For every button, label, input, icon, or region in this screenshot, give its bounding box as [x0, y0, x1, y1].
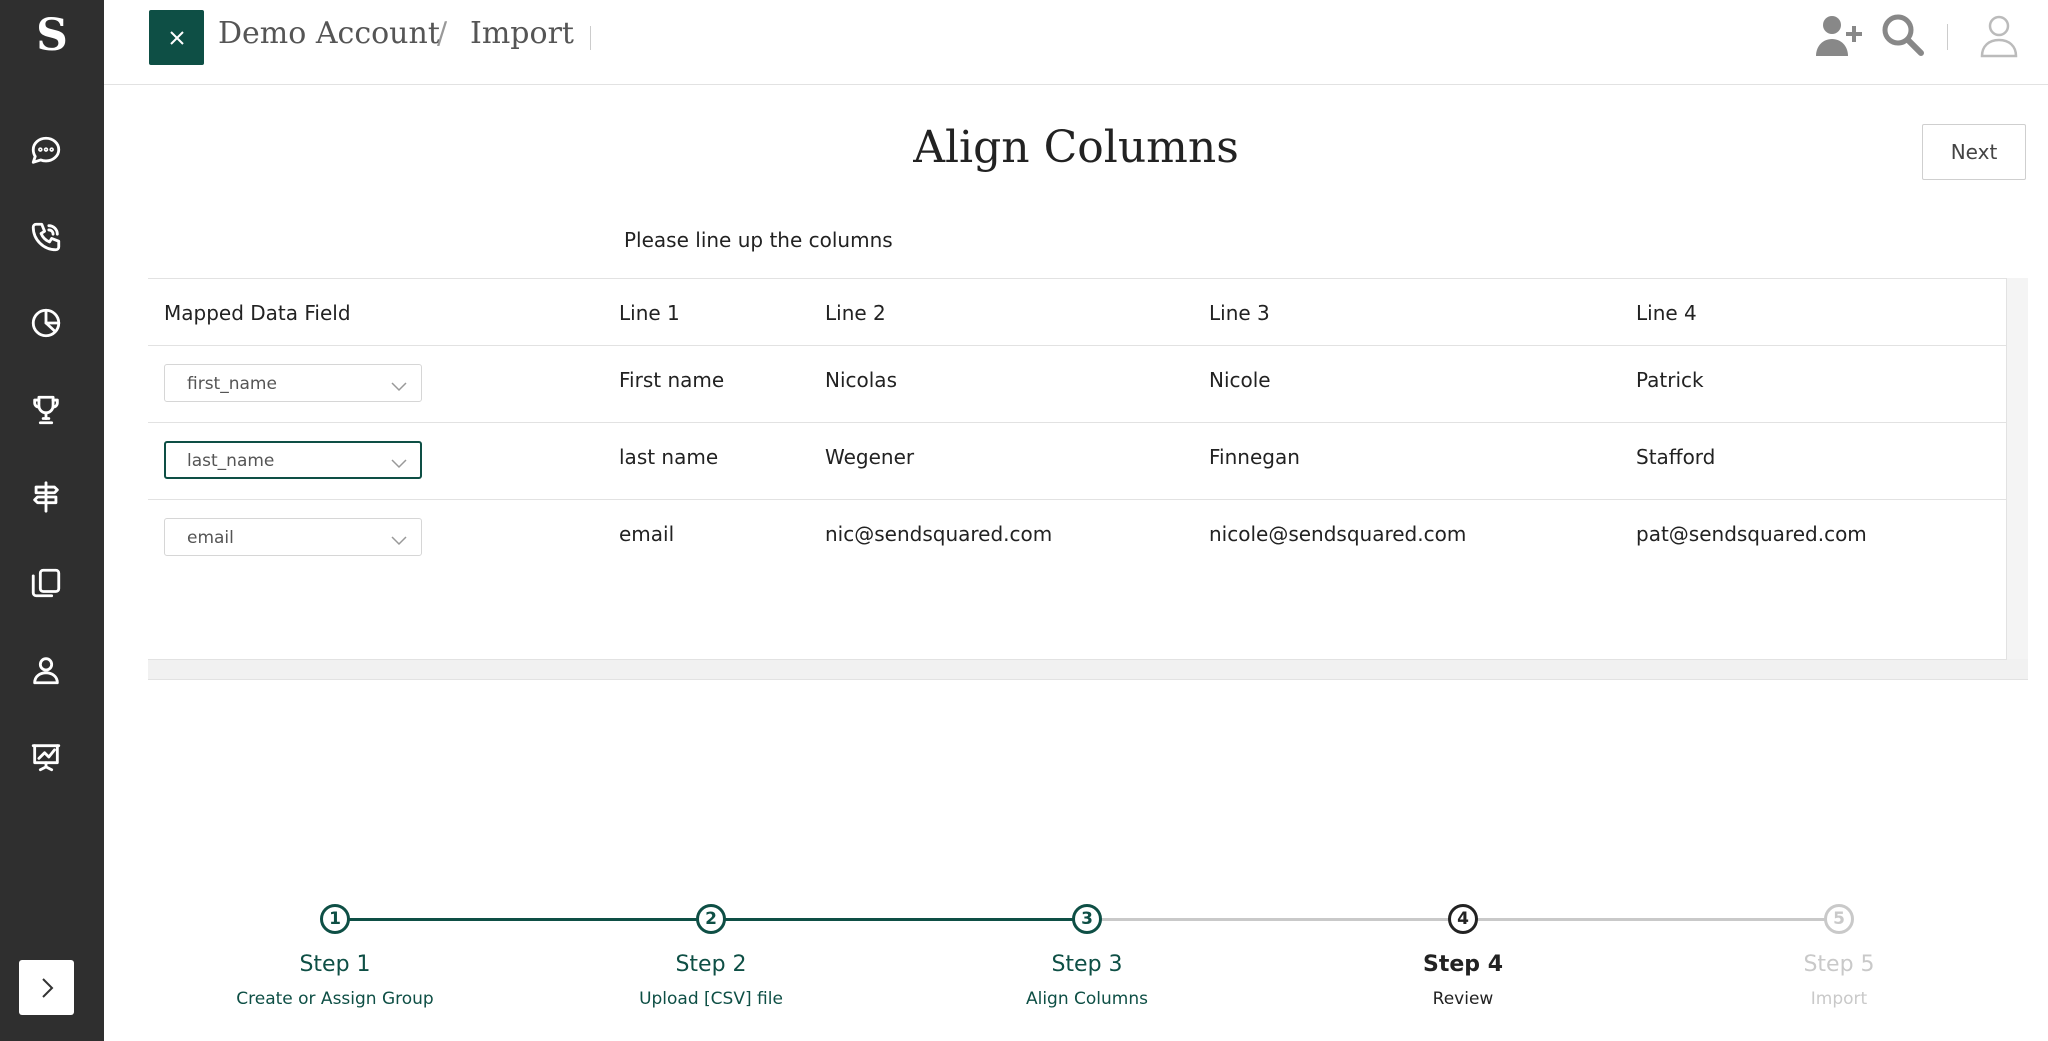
step-4-description: Review — [1432, 989, 1494, 1009]
breadcrumb-account[interactable]: Demo Account — [218, 16, 440, 51]
pie-chart-icon[interactable] — [26, 303, 66, 343]
chevron-down-icon — [391, 377, 407, 392]
cell-line-2: nic@sendsquared.com — [825, 522, 1053, 546]
step-1-description: Create or Assign Group — [236, 989, 434, 1009]
step-5-label: Step 5 — [1803, 952, 1875, 977]
cell-line-1: last name — [619, 445, 719, 469]
chat-icon[interactable] — [26, 131, 66, 171]
breadcrumb-separator: / — [437, 16, 448, 51]
user-icon[interactable] — [26, 650, 66, 690]
sidebar: S — [0, 0, 104, 1041]
cell-line-3: Nicole — [1209, 368, 1271, 392]
cell-line-2: Wegener — [825, 445, 915, 469]
header-divider-right — [1947, 24, 1948, 50]
next-button[interactable]: Next — [1922, 124, 2026, 180]
header-divider — [590, 26, 591, 50]
close-icon — [169, 30, 184, 45]
instructions-text: Please line up the columns — [624, 228, 893, 252]
signpost-icon[interactable] — [26, 477, 66, 517]
cell-line-3: nicole@sendsquared.com — [1209, 522, 1467, 546]
app-logo[interactable]: S — [0, 10, 104, 61]
header-line-4: Line 4 — [1636, 301, 1697, 325]
step-4-label: Step 4 — [1423, 952, 1503, 977]
cell-line-1: First name — [619, 368, 725, 392]
field-select-value: email — [187, 528, 234, 548]
chevron-down-icon — [391, 454, 407, 469]
header-line-3: Line 3 — [1209, 301, 1270, 325]
header-line-1: Line 1 — [619, 301, 680, 325]
copy-icon[interactable] — [26, 563, 66, 603]
mapping-table: Mapped Data Field Line 1 Line 2 Line 3 L… — [148, 278, 2007, 660]
table-row: last_name last name Wegener Finnegan Sta… — [148, 423, 2006, 500]
step-1-label: Step 1 — [299, 952, 371, 977]
add-user-icon[interactable] — [1812, 10, 1868, 60]
step-2-label: Step 2 — [675, 952, 747, 977]
step-2-description: Upload [CSV] file — [639, 989, 783, 1009]
step-3-label: Step 3 — [1051, 952, 1123, 977]
table-row: first_name First name Nicolas Nicole Pat… — [148, 346, 2006, 423]
top-header: Demo Account / Import — [104, 0, 2048, 85]
chevron-down-icon — [391, 531, 407, 546]
header-line-2: Line 2 — [825, 301, 886, 325]
cell-line-3: Finnegan — [1209, 445, 1300, 469]
step-5-circle: 5 — [1824, 904, 1854, 934]
field-select[interactable]: last_name — [164, 441, 422, 479]
field-select[interactable]: email — [164, 518, 422, 556]
close-button[interactable] — [149, 10, 204, 65]
phone-icon[interactable] — [26, 217, 66, 257]
sidebar-expand-button[interactable] — [19, 960, 74, 1015]
cell-line-4: Patrick — [1636, 368, 1704, 392]
field-select-value: first_name — [187, 374, 277, 394]
chevron-right-icon — [41, 977, 53, 998]
breadcrumb-import: Import — [470, 16, 574, 51]
step-3-description: Align Columns — [1025, 989, 1148, 1009]
header-mapped-field: Mapped Data Field — [164, 301, 351, 325]
cell-line-4: Stafford — [1636, 445, 1716, 469]
table-horizontal-scrollbar[interactable] — [148, 659, 2028, 680]
step-1-circle: 1 — [320, 904, 350, 934]
page-title: Align Columns — [913, 122, 1239, 173]
field-select[interactable]: first_name — [164, 364, 422, 402]
table-scrollbar[interactable] — [2007, 278, 2028, 659]
cell-line-4: pat@sendsquared.com — [1636, 522, 1867, 546]
step-5-description: Import — [1810, 989, 1868, 1009]
table-header-row: Mapped Data Field Line 1 Line 2 Line 3 L… — [148, 279, 2006, 346]
cell-line-2: Nicolas — [825, 368, 897, 392]
presentation-chart-icon[interactable] — [26, 737, 66, 777]
step-4-circle: 4 — [1448, 904, 1478, 934]
cell-line-1: email — [619, 522, 675, 546]
field-select-value: last_name — [187, 451, 275, 471]
profile-icon[interactable] — [1971, 10, 2027, 60]
search-icon[interactable] — [1876, 10, 1932, 60]
table-row: email email nic@sendsquared.com nicole@s… — [148, 500, 2006, 576]
step-2-circle: 2 — [696, 904, 726, 934]
step-3-circle: 3 — [1072, 904, 1102, 934]
trophy-icon[interactable] — [26, 390, 66, 430]
